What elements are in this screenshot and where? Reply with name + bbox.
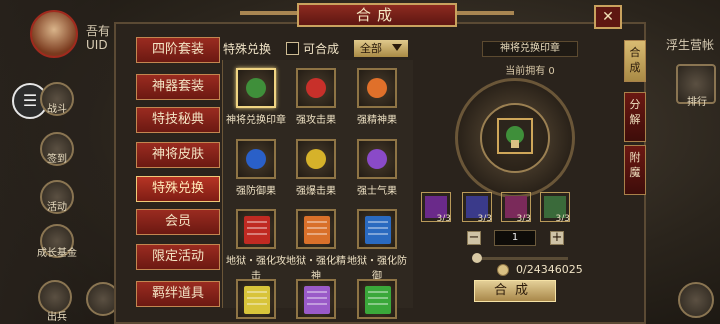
title-ornament — [240, 11, 297, 15]
item-label: 地狱・强化精神 — [286, 256, 346, 282]
item-slot[interactable] — [236, 68, 276, 108]
category-item[interactable]: 特技秘典 — [136, 107, 220, 133]
item-slot[interactable] — [236, 279, 276, 319]
craftable-checkbox[interactable] — [286, 42, 299, 55]
item-label: 强防御果 — [236, 186, 276, 197]
item-label: 强士气果 — [357, 186, 397, 197]
fruit-icon — [246, 149, 266, 169]
target-name: 神将兑换印章 — [482, 41, 578, 57]
book-icon — [365, 286, 391, 314]
item-label: 地狱・强化防御 — [347, 256, 407, 282]
quantity-slider[interactable] — [476, 257, 568, 260]
category-item[interactable]: 会员 — [136, 209, 220, 235]
item-label: 强爆击果 — [296, 186, 336, 197]
minus-button[interactable]: − — [467, 231, 481, 245]
fruit-icon — [306, 149, 326, 169]
item-slot[interactable] — [357, 68, 397, 108]
category-item[interactable]: 神器套装 — [136, 74, 220, 100]
ranking-label: 排行 — [687, 97, 707, 108]
book-icon — [244, 286, 270, 314]
material-count: 3/3 — [516, 214, 531, 224]
side-label: 成长基金 — [37, 248, 77, 259]
item-slot[interactable] — [296, 209, 336, 249]
side-label: 出兵 — [47, 312, 67, 323]
material-count: 3/3 — [436, 214, 451, 224]
cost-text: 0/24346025 — [516, 263, 583, 276]
item-slot[interactable] — [357, 279, 397, 319]
more-icon[interactable] — [678, 282, 714, 318]
book-icon — [244, 216, 270, 244]
item-slot[interactable] — [236, 139, 276, 179]
material-count: 3/3 — [555, 214, 570, 224]
side-label: 活动 — [47, 202, 67, 213]
close-button[interactable]: ✕ — [594, 5, 622, 29]
category-item[interactable]: 羁绊道具 — [136, 281, 220, 307]
title-ornament — [457, 11, 514, 15]
item-slot[interactable] — [296, 139, 336, 179]
owned-count: 当前拥有 0 — [505, 66, 555, 77]
tab-compose[interactable]: 合成 — [624, 40, 646, 82]
book-icon — [304, 286, 330, 314]
fruit-icon — [367, 149, 387, 169]
item-slot[interactable] — [357, 139, 397, 179]
quantity-input[interactable]: 1 — [494, 230, 536, 246]
filter-dropdown[interactable]: 全部 — [354, 40, 408, 57]
filter-title: 特殊兑换 — [222, 42, 271, 56]
camp-title: 浮生营帐 — [666, 38, 715, 52]
item-label: 强攻击果 — [296, 115, 336, 126]
dialog-title: 合成 — [297, 3, 457, 27]
chevron-down-icon — [392, 44, 402, 51]
item-slot[interactable] — [357, 209, 397, 249]
craftable-label: 可合成 — [303, 42, 340, 56]
slider-handle[interactable] — [472, 253, 482, 263]
player-name: 吾有 — [86, 24, 111, 38]
target-item-slot[interactable] — [497, 118, 533, 154]
item-label: 强精神果 — [357, 115, 397, 126]
seal-icon — [246, 78, 266, 98]
item-slot[interactable] — [296, 279, 336, 319]
coin-icon — [497, 264, 509, 276]
material-count: 3/3 — [477, 214, 492, 224]
plus-button[interactable]: + — [550, 231, 564, 245]
category-item[interactable]: 神将皮肤 — [136, 142, 220, 168]
fruit-icon — [367, 78, 387, 98]
item-label: 地狱・强化攻击 — [226, 256, 286, 282]
category-item-active[interactable]: 特殊兑换 — [136, 176, 220, 202]
side-label: 签到 — [47, 154, 67, 165]
category-item[interactable]: 四阶套装 — [136, 37, 220, 63]
close-icon: ✕ — [602, 9, 614, 25]
fruit-icon — [306, 78, 326, 98]
side-label: 战斗 — [47, 104, 67, 115]
item-label: 神将兑换印章 — [226, 115, 286, 126]
tab-enchant[interactable]: 附魔 — [624, 145, 646, 195]
compose-button[interactable]: 合成 — [474, 280, 556, 302]
category-item[interactable]: 限定活动 — [136, 244, 220, 270]
item-slot[interactable] — [236, 209, 276, 249]
tab-decompose[interactable]: 分解 — [624, 92, 646, 142]
book-icon — [304, 216, 330, 244]
avatar[interactable] — [30, 10, 78, 58]
seal-base — [511, 140, 519, 148]
uid-label: UID — [86, 38, 108, 52]
book-icon — [365, 216, 391, 244]
item-slot[interactable] — [296, 68, 336, 108]
